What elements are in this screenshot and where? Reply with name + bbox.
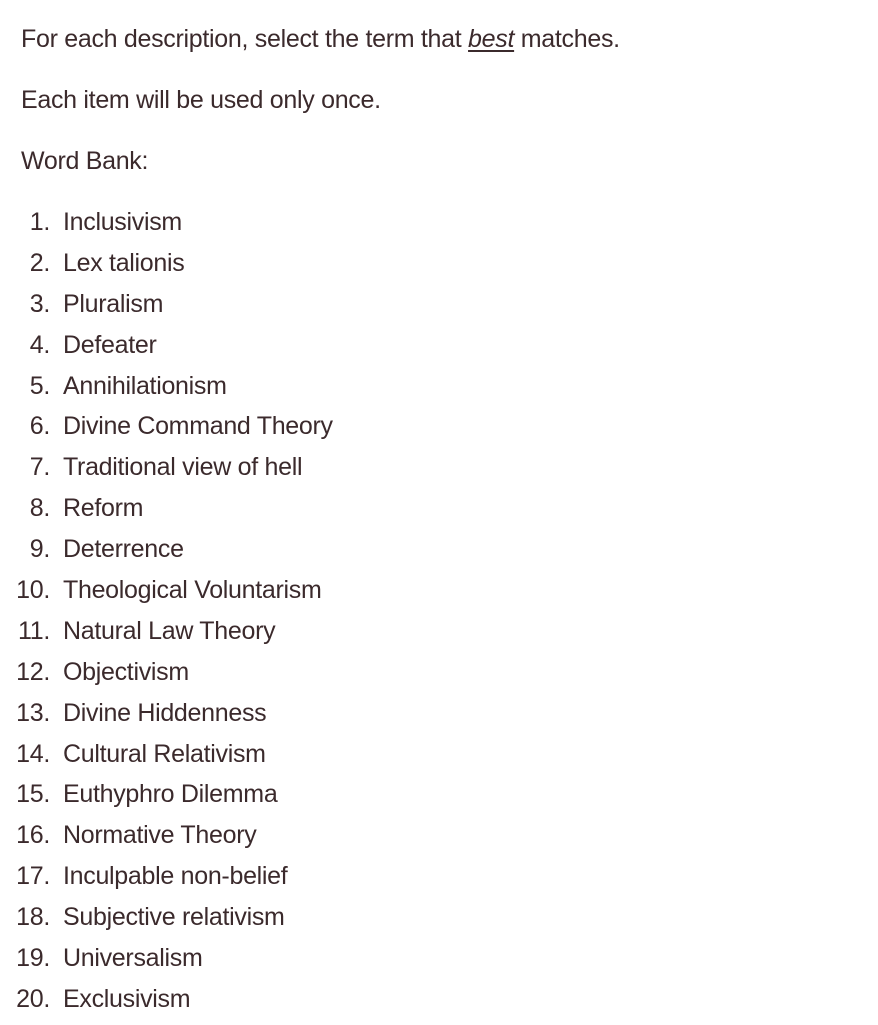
word-bank-item-number: 17.	[16, 862, 50, 891]
word-bank-item-term: Theological Voluntarism	[63, 576, 322, 605]
word-bank-item-number: 16.	[16, 821, 50, 850]
word-bank-item-number: 6.	[29, 412, 51, 441]
word-bank-item-term: Reform	[63, 494, 144, 523]
word-bank-item-number: 19.	[16, 944, 50, 973]
word-bank-item-number: 14.	[16, 739, 50, 768]
word-bank-item-term: Euthyphro Dilemma	[63, 780, 278, 809]
word-bank-item-number: 15.	[16, 780, 50, 809]
word-bank-item-term: Cultural Relativism	[63, 739, 266, 768]
word-bank-item-number: 10.	[16, 576, 50, 605]
word-bank-item-number: 4.	[29, 330, 51, 359]
word-bank-item-number: 8.	[29, 494, 51, 523]
word-bank-item-number: 9.	[29, 535, 51, 564]
word-bank-item-number: 18.	[16, 903, 50, 932]
word-bank-item-term: Defeater	[63, 330, 157, 359]
word-bank-item-term: Lex talionis	[63, 248, 185, 277]
word-bank-item-number: 7.	[29, 453, 51, 482]
instruction-text-before: For each description, select the term th…	[21, 25, 469, 53]
word-bank-item-number: 1.	[29, 208, 51, 236]
word-bank-item-term: Traditional view of hell	[63, 453, 303, 482]
instruction-used-once: Each item will be used only once.	[21, 86, 381, 114]
word-bank-item-number: 11.	[18, 616, 50, 645]
word-bank-item-number: 3.	[29, 289, 51, 318]
word-bank-item-term: Inculpable non-belief	[63, 862, 288, 891]
word-bank-item-number: 20.	[16, 984, 50, 1013]
word-bank-item-term: Annihilationism	[63, 371, 227, 400]
word-bank-item-term: Normative Theory	[63, 821, 257, 850]
word-bank-item-term: Universalism	[63, 944, 203, 973]
word-bank-item-term: Deterrence	[63, 535, 184, 564]
word-bank-item-number: 5.	[29, 371, 51, 400]
word-bank-item-term: Natural Law Theory	[63, 616, 276, 645]
instruction-select-best: For each description, select the term th…	[21, 24, 620, 54]
word-bank-item-number: 13.	[16, 698, 50, 727]
word-bank-item-term: Objectivism	[63, 657, 189, 686]
word-bank-item-term: Inclusivism	[63, 208, 182, 236]
word-bank-item-term: Pluralism	[63, 289, 164, 318]
word-bank-item-term: Subjective relativism	[63, 903, 285, 932]
word-bank-item-term: Divine Command Theory	[63, 412, 333, 441]
word-bank-item-number: 12.	[16, 657, 50, 686]
word-bank-item-term: Exclusivism	[63, 984, 191, 1013]
word-bank-item-number: 2.	[29, 248, 51, 277]
instruction-text-after: matches.	[514, 25, 620, 53]
instruction-emphasis-best: best	[468, 25, 515, 53]
word-bank-heading: Word Bank:	[21, 147, 149, 175]
word-bank-item-term: Divine Hiddenness	[63, 698, 267, 727]
